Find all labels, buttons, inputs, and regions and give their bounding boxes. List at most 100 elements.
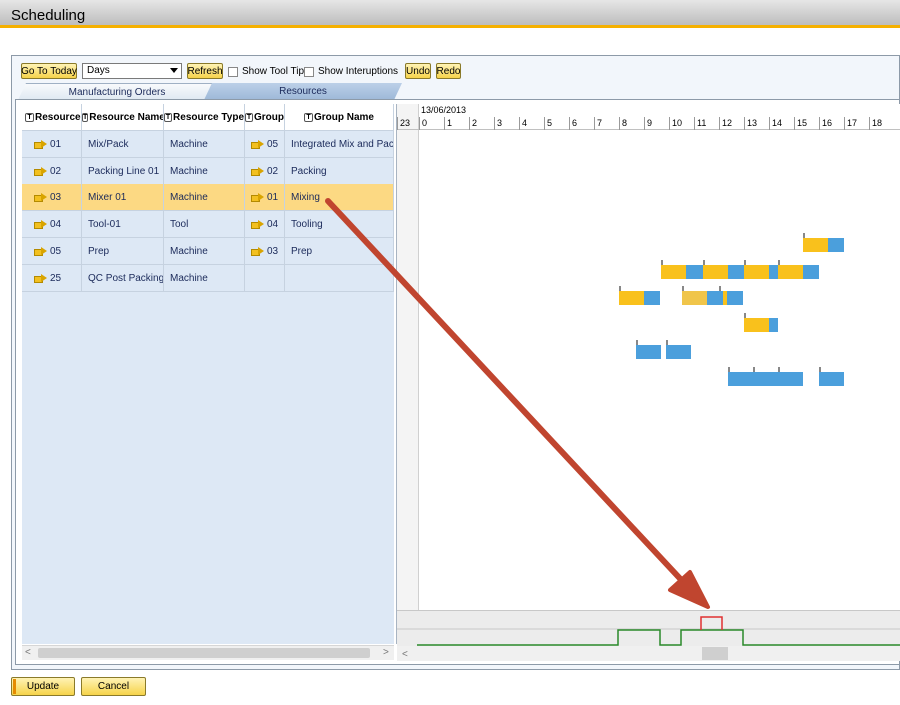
column-header-resource[interactable]: T Resource [25,104,82,131]
update-button[interactable]: Update [11,677,75,696]
gantt-task-bar[interactable] [661,265,686,279]
table-row[interactable]: 04 Tool-01 Tool 04 Tooling [22,211,394,238]
gantt-task-bar[interactable] [728,265,744,279]
gantt-task-bar[interactable] [682,291,707,305]
resource-name: Mix/Pack [82,131,164,158]
group-name: Packing [285,158,394,185]
link-arrow-icon[interactable] [251,193,264,202]
gantt-task-bar[interactable] [666,345,691,359]
refresh-button[interactable]: Refresh [187,63,223,79]
resource-code: 25 [50,273,62,284]
filter-icon[interactable]: T [245,113,253,122]
gantt-task-bar[interactable] [644,291,660,305]
gantt-task-bar[interactable] [803,238,828,252]
chevron-down-icon[interactable] [170,68,178,73]
link-arrow-icon[interactable] [251,220,264,229]
load-profile-panel [397,610,900,646]
gantt-date: 13/06/2013 [421,105,467,115]
view-mode-select[interactable]: Days [82,63,182,79]
gantt-task-bar[interactable] [769,318,778,332]
hour-label: 23 [397,117,419,130]
gantt-task-bar[interactable] [707,291,723,305]
gantt-task-bar[interactable] [828,238,844,252]
link-arrow-icon[interactable] [34,247,47,256]
resource-name: Tool-01 [82,211,164,238]
table-row[interactable]: 25 QC Post Packing Machine [22,265,394,292]
scroll-left-icon[interactable]: < [25,647,31,658]
link-arrow-icon[interactable] [34,274,47,283]
table-row[interactable]: 02 Packing Line 01 Machine 02 Packing [22,158,394,185]
gantt-task-bar[interactable] [744,265,769,279]
hour-label: 12 [719,117,744,130]
scroll-thumb[interactable] [38,648,370,658]
group-name [285,265,394,292]
column-header-resource-type[interactable]: T Resource Type [164,104,245,131]
group-name: Tooling [285,211,394,238]
link-arrow-icon[interactable] [251,140,264,149]
resource-type: Machine [164,158,245,185]
gantt-task-bar[interactable] [744,318,769,332]
resource-code: 05 [50,246,62,257]
resource-type: Machine [164,238,245,265]
hour-label: 13 [744,117,769,130]
gantt-task-bar[interactable] [686,265,703,279]
gantt-task-bar[interactable] [819,372,844,386]
gantt-task-bar[interactable] [803,265,819,279]
gantt-task-bar[interactable] [636,345,661,359]
gantt-task-bar[interactable] [703,265,728,279]
gantt-task-bar[interactable] [778,265,803,279]
show-interruptions-checkbox[interactable] [304,67,314,77]
filter-icon[interactable]: T [303,113,313,122]
gantt-task-bar[interactable] [727,291,743,305]
resource-name: QC Post Packing [82,265,164,292]
cancel-button[interactable]: Cancel [81,677,146,696]
resource-code: 04 [50,219,62,230]
hour-label: 10 [669,117,694,130]
go-to-today-button[interactable]: Go To Today [21,63,77,79]
hour-label: 0 [419,117,444,130]
grid-header: T Resource T Resource Name T Resource Type … [22,104,394,131]
link-arrow-icon[interactable] [34,193,47,202]
hour-label: 6 [569,117,594,130]
resource-type: Machine [164,265,245,292]
group-name: Integrated Mix and Pack [285,131,394,158]
table-row[interactable]: 01 Mix/Pack Machine 05 Integrated Mix an… [22,131,394,158]
resource-code: 01 [50,139,62,150]
hour-label: 16 [819,117,844,130]
group-code-empty [245,265,285,292]
view-mode-value: Days [87,65,110,76]
resource-code: 02 [50,166,62,177]
link-arrow-icon[interactable] [34,220,47,229]
hour-label: 3 [494,117,519,130]
column-header-group-name[interactable]: T Group Name [285,104,394,131]
group-code: 05 [267,139,279,150]
filter-icon[interactable]: T [164,113,173,122]
column-header-resource-name[interactable]: T Resource Name [82,104,164,131]
resource-grid: T Resource T Resource Name T Resource Type … [22,104,394,660]
redo-button[interactable]: Redo [436,63,461,79]
tab-manufacturing-orders[interactable]: Manufacturing Orders [18,83,216,100]
gantt-task-bar[interactable] [619,291,644,305]
show-tooltip-checkbox[interactable] [228,67,238,77]
link-arrow-icon[interactable] [34,167,47,176]
link-arrow-icon[interactable] [251,167,264,176]
filter-icon[interactable]: T [25,113,34,122]
tab-resources[interactable]: Resources [204,83,402,100]
window-title: Scheduling [11,7,86,24]
grid-horizontal-scrollbar[interactable]: < > [22,645,394,660]
hour-label: 7 [594,117,619,130]
gantt-task-bar[interactable] [769,265,778,279]
resource-type: Machine [164,184,245,211]
column-header-group[interactable]: T Group [245,104,285,131]
hour-label: 9 [644,117,669,130]
table-row[interactable]: 05 Prep Machine 03 Prep [22,238,394,265]
filter-icon[interactable]: T [82,113,89,122]
table-row-selected[interactable]: 03 Mixer 01 Machine 01 Mixing [22,184,394,211]
link-arrow-icon[interactable] [251,247,264,256]
show-interruptions-label: Show Interuptions [318,66,399,77]
gantt-task-bar[interactable] [728,372,803,386]
scroll-right-icon[interactable]: > [383,647,389,658]
link-arrow-icon[interactable] [34,140,47,149]
undo-button[interactable]: Undo [405,63,431,79]
hour-label: 14 [769,117,794,130]
